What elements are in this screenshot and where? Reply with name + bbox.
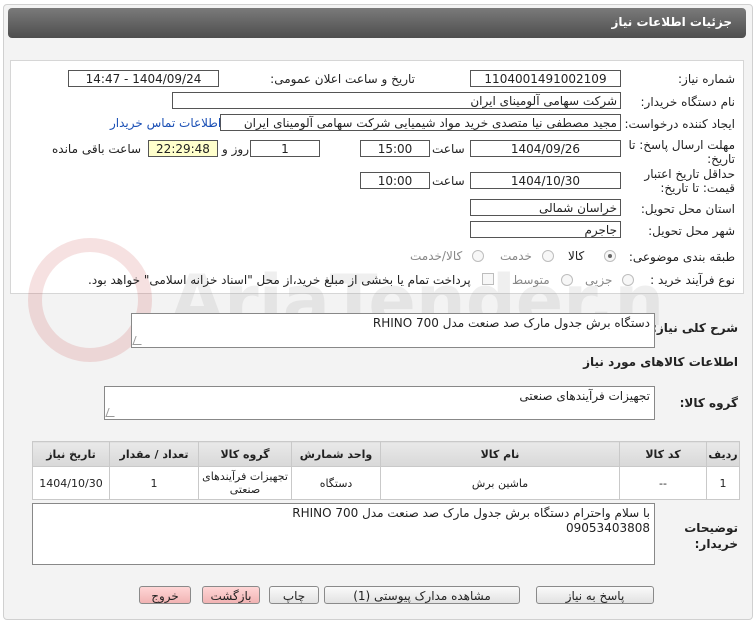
requester-field: مجید مصطفی نیا متصدی خرید مواد شیمیایی ش… [220, 114, 621, 131]
reply-deadline-label: مهلت ارسال پاسخ: تا تاریخ: [628, 138, 735, 166]
category-radio-both[interactable] [472, 250, 484, 262]
need-number-field: 1104001491002109 [470, 70, 621, 87]
validity-date-field: 1404/10/30 [470, 172, 621, 189]
goods-group-label: گروه کالا: [679, 396, 738, 410]
reply-time-field: 15:00 [360, 140, 430, 157]
col-index: ردیف [706, 441, 740, 467]
payment-note: پرداخت تمام یا بخشی از مبلغ خرید،از محل … [88, 273, 471, 287]
city-label: شهر محل تحویل: [648, 224, 735, 238]
description-label: شرح کلی نیاز: [652, 321, 738, 335]
buyer-contact-link[interactable]: اطلاعات تماس خریدار [110, 116, 221, 130]
process-label: نوع فرآیند خرید : [650, 273, 735, 287]
process-radio-medium[interactable] [561, 274, 573, 286]
requester-label: ایجاد کننده درخواست: [624, 117, 735, 131]
reply-button[interactable]: پاسخ به نیاز [536, 586, 654, 604]
col-name: نام کالا [380, 441, 620, 467]
print-button[interactable]: چاپ [269, 586, 319, 604]
category-label: طبقه بندی موضوعی: [628, 250, 735, 264]
announce-label: تاریخ و ساعت اعلان عمومی: [270, 72, 415, 86]
goods-group-textarea[interactable]: تجهیزات فرآیندهای صنعتی [104, 386, 655, 420]
province-field: خراسان شمالی [470, 199, 621, 216]
remaining-time-field: 22:29:48 [148, 140, 218, 157]
process-radio-minor[interactable] [622, 274, 634, 286]
description-textarea[interactable]: دستگاه برش جدول مارک صد صنعت مدل RHINO 7… [131, 313, 655, 348]
days-label: روز و [222, 142, 249, 156]
items-table: ردیف کد کالا نام کالا واحد شمارش گروه کا… [32, 441, 740, 500]
validity-hour-label: ساعت [432, 174, 465, 188]
buyer-notes-label: توضیحات خریدار: [684, 521, 738, 551]
resize-grip-icon[interactable] [105, 408, 118, 417]
col-group: گروه کالا [198, 441, 292, 467]
category-option-both: کالا/خدمت [410, 249, 463, 263]
col-qty: تعداد / مقدار [109, 441, 199, 467]
goods-group-text: تجهیزات فرآیندهای صنعتی [519, 389, 650, 403]
reply-hour-label: ساعت [432, 142, 465, 156]
validity-time-field: 10:00 [360, 172, 430, 189]
buyer-org-field: شرکت سهامی آلومینای ایران [172, 92, 621, 109]
buyer-notes-textarea[interactable]: با سلام واحترام دستگاه برش جدول مارک صد … [32, 503, 655, 565]
cell-date: 1404/10/30 [32, 466, 110, 500]
announce-field: 1404/09/24 - 14:47 [68, 70, 219, 87]
cell-name: ماشین برش [380, 466, 620, 500]
buyer-notes-line2: 09053403808 [566, 521, 650, 535]
province-label: استان محل تحویل: [640, 202, 735, 216]
payment-checkbox[interactable] [482, 273, 494, 285]
reply-date-field: 1404/09/26 [470, 140, 621, 157]
page-header: جزئیات اطلاعات نیاز [8, 8, 746, 38]
process-option-minor: جزیی [585, 273, 613, 287]
category-option-goods: کالا [568, 249, 585, 263]
exit-button[interactable]: خروج [139, 586, 191, 604]
page-title: جزئیات اطلاعات نیاز [611, 15, 732, 29]
goods-info-title: اطلاعات کالاهای مورد نیاز [583, 355, 738, 369]
buyer-notes-line1: با سلام واحترام دستگاه برش جدول مارک صد … [292, 506, 650, 520]
col-code: کد کالا [619, 441, 707, 467]
days-field: 1 [250, 140, 320, 157]
process-option-medium: متوسط [512, 273, 550, 287]
cell-unit: دستگاه [291, 466, 381, 500]
attachments-button[interactable]: مشاهده مدارک پیوستی (1) [324, 586, 520, 604]
cell-index: 1 [706, 466, 740, 500]
description-text: دستگاه برش جدول مارک صد صنعت مدل RHINO 7… [372, 316, 650, 330]
resize-grip-icon[interactable] [132, 336, 145, 345]
remaining-label: ساعت باقی مانده [52, 142, 142, 156]
category-option-service: خدمت [500, 249, 532, 263]
city-field: جاجرم [470, 221, 621, 238]
price-validity-label: حداقل تاریخ اعتبار قیمت: تا تاریخ: [644, 167, 735, 195]
col-unit: واحد شمارش [291, 441, 381, 467]
cell-qty: 1 [109, 466, 199, 500]
buyer-org-label: نام دستگاه خریدار: [640, 95, 736, 109]
table-header-row: ردیف کد کالا نام کالا واحد شمارش گروه کا… [32, 441, 740, 467]
cell-group: تجهیزات فرآیندهای صنعتی [198, 466, 292, 500]
cell-code: -- [619, 466, 707, 500]
back-button[interactable]: بازگشت [202, 586, 260, 604]
col-date: تاریخ نیاز [32, 441, 110, 467]
table-row[interactable]: 1 -- ماشین برش دستگاه تجهیزات فرآیندهای … [32, 466, 740, 500]
need-number-label: شماره نیاز: [678, 72, 735, 86]
category-radio-service[interactable] [542, 250, 554, 262]
category-radio-goods[interactable] [604, 250, 616, 262]
